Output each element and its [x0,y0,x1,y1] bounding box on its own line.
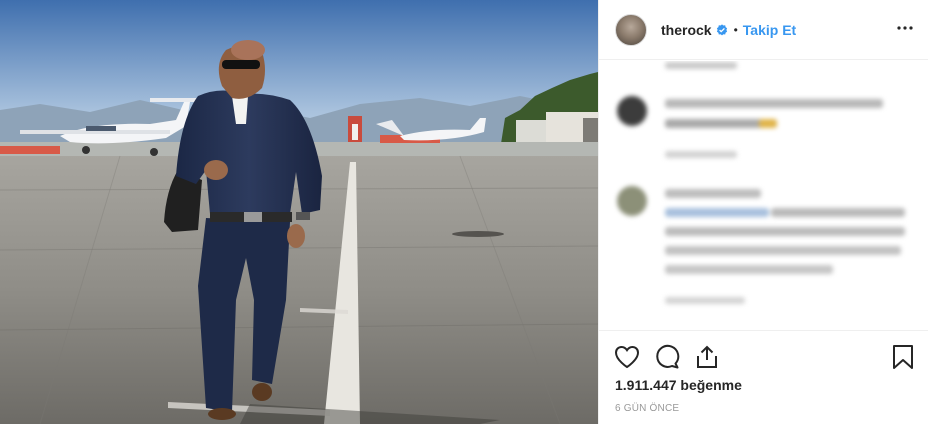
post-actions: 1.911.447 beğenme 6 GÜN ÖNCE [599,330,928,424]
comment-icon[interactable] [653,343,681,371]
post-photo[interactable] [0,0,598,424]
heart-icon[interactable] [613,343,641,371]
post-header: therock • Takip Et [599,0,928,60]
post-timestamp[interactable]: 6 GÜN ÖNCE [615,403,679,414]
airport-runway-photo [0,0,598,424]
post-side-panel: therock • Takip Et 1.911.447 beğenme 6 G… [598,0,928,424]
avatar[interactable] [615,13,647,46]
verified-badge-icon [716,23,727,35]
separator-dot: • [733,22,738,37]
username-link[interactable]: therock [661,22,712,38]
share-icon[interactable] [693,343,721,371]
comments-list [599,61,928,329]
likes-count[interactable]: 1.911.447 beğenme [615,377,742,393]
more-options-icon[interactable] [893,16,917,40]
bookmark-icon[interactable] [889,343,917,371]
follow-button[interactable]: Takip Et [743,22,796,38]
